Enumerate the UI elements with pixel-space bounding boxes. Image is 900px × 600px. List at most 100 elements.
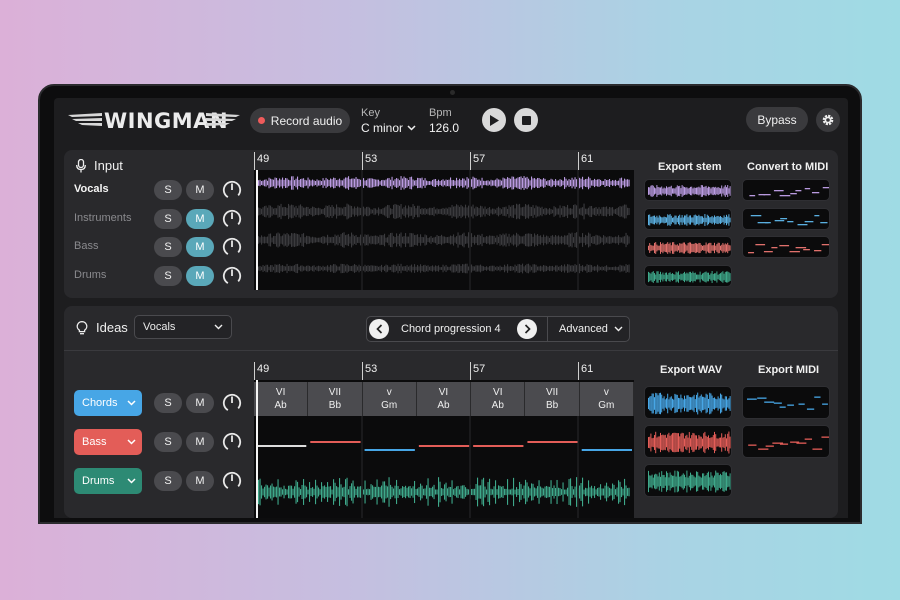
ideas-track-drums-select[interactable]: Drums: [74, 468, 142, 494]
ideas-panel: Ideas Vocals Chord progression 4 Advance…: [64, 306, 838, 518]
stop-icon: [521, 115, 531, 125]
export-wav-thumbnail[interactable]: [644, 464, 732, 497]
input-timeline[interactable]: 49 53 57 61: [254, 150, 634, 290]
playhead[interactable]: [256, 170, 258, 290]
ideas-source-select[interactable]: Vocals: [134, 315, 232, 339]
app-window: WINGMAN Record audio Key C minor Bpm 126…: [54, 98, 848, 518]
solo-button[interactable]: S: [154, 471, 182, 491]
convert-midi-thumbnail[interactable]: [742, 179, 830, 201]
export-midi-thumbnail[interactable]: [742, 386, 830, 419]
export-midi-heading: Export MIDI: [758, 364, 820, 376]
volume-knob-icon[interactable]: [222, 237, 242, 257]
input-track-name: Drums: [74, 268, 107, 281]
ideas-timeline[interactable]: 49 53 57 61 VI Ab VII Bb v Gm VI Ab VI Ab VII Bb v Gm: [254, 360, 634, 518]
ideas-tracks-canvas: [256, 416, 632, 518]
ruler-num: 57: [473, 153, 486, 165]
convert-midi-thumbnail[interactable]: [742, 236, 830, 258]
input-panel: Input Vocals S M Instruments S M Bass S M Drums S M…: [64, 150, 838, 298]
export-wav-heading: Export WAV: [660, 364, 723, 376]
chord-numeral: VI: [275, 387, 286, 398]
convert-midi-thumbnail[interactable]: [742, 207, 830, 230]
laptop-frame: WINGMAN Record audio Key C minor Bpm 126…: [38, 84, 862, 524]
volume-knob-icon[interactable]: [222, 432, 242, 452]
camera-dot: [450, 90, 455, 95]
volume-knob-icon[interactable]: [222, 209, 242, 229]
next-progression-button[interactable]: [517, 319, 537, 339]
chord-block[interactable]: VI Ab: [416, 382, 472, 416]
chevron-down-icon: [127, 397, 136, 409]
solo-button[interactable]: S: [154, 237, 182, 257]
ideas-divider: [64, 350, 838, 351]
key-select[interactable]: C minor: [361, 121, 416, 135]
ideas-title-label: Ideas: [96, 320, 128, 335]
bypass-button[interactable]: Bypass: [746, 107, 808, 132]
solo-button[interactable]: S: [154, 208, 182, 229]
export-midi-thumbnail[interactable]: [742, 425, 830, 458]
stop-button[interactable]: [514, 108, 538, 132]
chord-block[interactable]: VI Ab: [471, 382, 526, 416]
lightbulb-icon: [76, 320, 88, 334]
chord-block[interactable]: VI Ab: [254, 382, 309, 416]
input-waveforms: [258, 170, 630, 290]
chord-block[interactable]: VII Bb: [525, 382, 580, 416]
ruler-num: 57: [473, 363, 486, 375]
export-wav-thumbnail[interactable]: [644, 386, 732, 419]
ideas-track-chords-select[interactable]: Chords: [74, 390, 142, 416]
key-value: C minor: [361, 121, 404, 135]
mute-button[interactable]: M: [186, 265, 214, 286]
mute-button[interactable]: M: [186, 393, 214, 413]
chord-block[interactable]: v Gm: [362, 382, 417, 416]
export-stem-thumbnail[interactable]: [644, 264, 732, 287]
export-stem-thumbnail[interactable]: [644, 179, 732, 201]
export-wav-thumbnail[interactable]: [644, 425, 732, 458]
export-stem-thumbnail[interactable]: [644, 236, 732, 258]
chord-name: Ab: [491, 400, 504, 411]
settings-button[interactable]: [816, 108, 840, 132]
chevron-down-icon: [407, 125, 416, 131]
advanced-dropdown[interactable]: Advanced: [559, 323, 623, 335]
logo: WINGMAN: [68, 108, 240, 133]
chord-name: Bb: [545, 400, 559, 411]
chevron-right-icon: [524, 324, 531, 334]
solo-button[interactable]: S: [154, 432, 182, 452]
chord-name: Bb: [328, 400, 342, 411]
prev-progression-button[interactable]: [369, 319, 389, 339]
volume-knob-icon[interactable]: [222, 471, 242, 491]
chord-block[interactable]: VII Bb: [308, 382, 363, 416]
input-ruler: 49 53 57 61: [254, 150, 634, 170]
chord-numeral: VI: [493, 387, 503, 398]
mute-button[interactable]: M: [186, 471, 214, 491]
play-button[interactable]: [482, 108, 506, 132]
input-title: Input: [76, 158, 123, 173]
play-icon: [490, 114, 499, 126]
ruler-num: 53: [365, 363, 378, 375]
bypass-label: Bypass: [757, 112, 797, 127]
ideas-title: Ideas: [76, 320, 128, 335]
record-audio-button[interactable]: Record audio: [250, 108, 350, 133]
mute-button[interactable]: M: [186, 432, 214, 452]
volume-knob-icon[interactable]: [222, 266, 242, 286]
mute-button[interactable]: M: [186, 208, 214, 229]
mute-button[interactable]: M: [186, 237, 214, 257]
chord-numeral: VI: [438, 387, 449, 398]
bpm-value: 126.0: [429, 121, 460, 135]
chord-block[interactable]: v Gm: [579, 382, 634, 416]
ideas-track-bass-select[interactable]: Bass: [74, 429, 142, 455]
export-stem-thumbnail[interactable]: [644, 207, 732, 230]
chord-name: Gm: [381, 400, 398, 411]
right-wing-icon: [206, 113, 240, 126]
ruler-num: 61: [581, 153, 594, 165]
solo-button[interactable]: S: [154, 180, 182, 200]
bpm-field[interactable]: 126.0: [429, 121, 459, 135]
chevron-down-icon: [127, 436, 136, 448]
solo-button[interactable]: S: [154, 393, 182, 413]
chevron-down-icon: [614, 326, 623, 332]
solo-button[interactable]: S: [154, 265, 182, 286]
volume-knob-icon[interactable]: [222, 393, 242, 413]
mute-button[interactable]: M: [186, 180, 214, 200]
gear-icon: [822, 114, 834, 126]
volume-knob-icon[interactable]: [222, 180, 242, 200]
chord-numeral: v: [603, 387, 609, 398]
ruler-num: 53: [365, 153, 378, 165]
playhead[interactable]: [256, 380, 258, 518]
